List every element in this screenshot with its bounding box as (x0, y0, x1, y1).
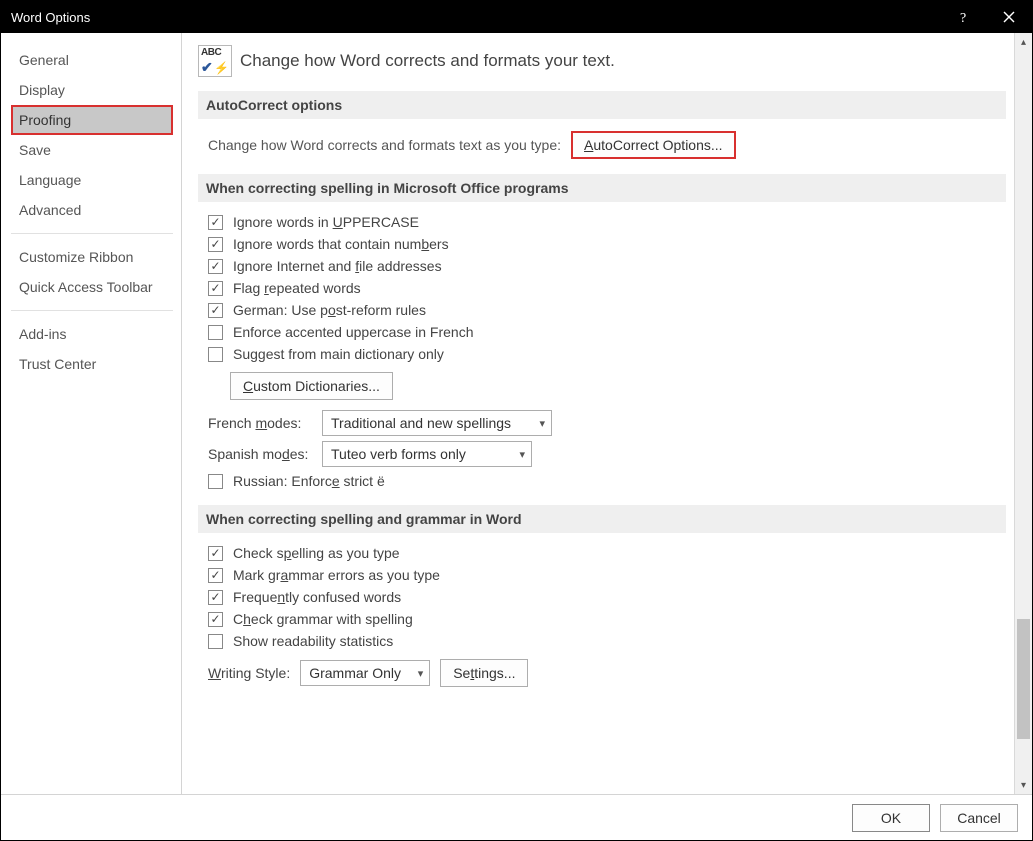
help-button[interactable]: ? (940, 1, 986, 33)
checkbox-ignore-numbers[interactable] (208, 237, 223, 252)
scroll-up-icon[interactable]: ▴ (1015, 33, 1032, 51)
close-button[interactable] (986, 1, 1032, 33)
label-ignore-uppercase: Ignore words in UPPERCASE (233, 214, 419, 230)
checkbox-main-dict[interactable] (208, 347, 223, 362)
checkbox-french-accent[interactable] (208, 325, 223, 340)
sidebar-item-customize-ribbon[interactable]: Customize Ribbon (11, 242, 173, 272)
sidebar-item-language[interactable]: Language (11, 165, 173, 195)
sidebar-item-display[interactable]: Display (11, 75, 173, 105)
checkbox-check-spelling-type[interactable] (208, 546, 223, 561)
label-german-reform: German: Use post-reform rules (233, 302, 426, 318)
window-title: Word Options (11, 10, 90, 25)
checkbox-russian-strict[interactable] (208, 474, 223, 489)
checkbox-mark-grammar[interactable] (208, 568, 223, 583)
label-mark-grammar: Mark grammar errors as you type (233, 567, 440, 583)
label-flag-repeated: Flag repeated words (233, 280, 361, 296)
label-russian-strict: Russian: Enforce strict ё (233, 473, 385, 489)
section-office-spelling-title: When correcting spelling in Microsoft Of… (198, 174, 1006, 202)
label-ignore-numbers: Ignore words that contain numbers (233, 236, 449, 252)
scrollbar[interactable]: ▴ ▾ (1014, 33, 1032, 794)
proofing-icon: ABC✔⚡ (198, 45, 232, 77)
sidebar-item-proofing[interactable]: Proofing (11, 105, 173, 135)
label-readability: Show readability statistics (233, 633, 393, 649)
label-check-spelling-type: Check spelling as you type (233, 545, 400, 561)
label-check-grammar-spelling: Check grammar with spelling (233, 611, 413, 627)
page-title: Change how Word corrects and formats you… (240, 51, 615, 71)
svg-text:?: ? (960, 11, 966, 24)
checkbox-ignore-internet[interactable] (208, 259, 223, 274)
spanish-modes-label: Spanish modes: (208, 446, 312, 462)
sidebar-item-quick-access-toolbar[interactable]: Quick Access Toolbar (11, 272, 173, 302)
sidebar-item-add-ins[interactable]: Add-ins (11, 319, 173, 349)
spanish-modes-select[interactable]: Tuteo verb forms only (322, 441, 532, 467)
help-icon: ? (956, 10, 970, 24)
checkbox-check-grammar-spelling[interactable] (208, 612, 223, 627)
section-autocorrect-title: AutoCorrect options (198, 91, 1006, 119)
section-word-spelling-title: When correcting spelling and grammar in … (198, 505, 1006, 533)
french-modes-label: French modes: (208, 415, 312, 431)
close-icon (1003, 11, 1015, 23)
dialog-footer: OK Cancel (1, 794, 1032, 840)
cancel-button[interactable]: Cancel (940, 804, 1018, 832)
autocorrect-desc: Change how Word corrects and formats tex… (208, 137, 561, 153)
scroll-track[interactable] (1015, 51, 1032, 776)
checkbox-ignore-uppercase[interactable] (208, 215, 223, 230)
checkbox-readability[interactable] (208, 634, 223, 649)
checkbox-german-reform[interactable] (208, 303, 223, 318)
writing-style-select[interactable]: Grammar Only (300, 660, 430, 686)
sidebar-item-general[interactable]: General (11, 45, 173, 75)
label-freq-confused: Frequently confused words (233, 589, 401, 605)
sidebar-item-trust-center[interactable]: Trust Center (11, 349, 173, 379)
main-panel: ABC✔⚡ Change how Word corrects and forma… (182, 33, 1014, 794)
custom-dictionaries-button[interactable]: Custom Dictionaries... (230, 372, 393, 400)
ok-button[interactable]: OK (852, 804, 930, 832)
sidebar: General Display Proofing Save Language A… (1, 33, 181, 794)
titlebar: Word Options ? (1, 1, 1032, 33)
autocorrect-options-button[interactable]: AutoCorrect Options... (571, 131, 736, 159)
writing-style-label: Writing Style: (208, 665, 290, 681)
word-options-dialog: Word Options ? General Display Proofing … (0, 0, 1033, 841)
checkbox-freq-confused[interactable] (208, 590, 223, 605)
label-ignore-internet: Ignore Internet and file addresses (233, 258, 442, 274)
checkbox-flag-repeated[interactable] (208, 281, 223, 296)
sidebar-item-advanced[interactable]: Advanced (11, 195, 173, 225)
label-french-accent: Enforce accented uppercase in French (233, 324, 473, 340)
french-modes-select[interactable]: Traditional and new spellings (322, 410, 552, 436)
settings-button[interactable]: Settings... (440, 659, 528, 687)
scroll-down-icon[interactable]: ▾ (1015, 776, 1032, 794)
sidebar-item-save[interactable]: Save (11, 135, 173, 165)
label-main-dict: Suggest from main dictionary only (233, 346, 444, 362)
scroll-thumb[interactable] (1017, 619, 1030, 739)
